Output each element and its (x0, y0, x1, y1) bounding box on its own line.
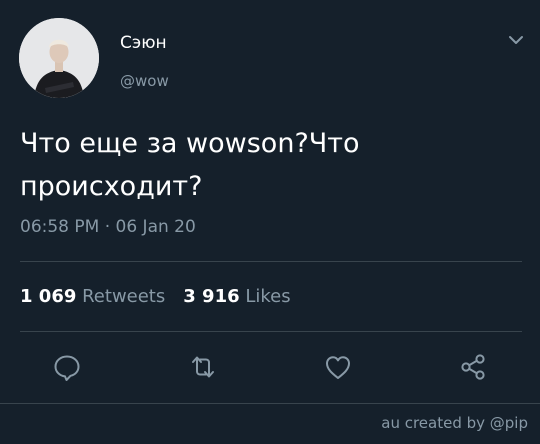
divider (20, 331, 522, 332)
retweets-stat[interactable]: 1 069 Retweets (20, 286, 165, 307)
likes-count: 3 916 (183, 286, 240, 307)
footer-credit: au created by @pip (381, 414, 528, 432)
retweets-label: Retweets (82, 286, 166, 307)
retweets-count: 1 069 (20, 286, 77, 307)
tweet-timestamp[interactable]: 06:58 PM · 06 Jan 20 (20, 217, 196, 237)
share-icon[interactable] (458, 352, 488, 382)
likes-stat[interactable]: 3 916 Likes (183, 286, 290, 307)
tweet-card: Сэюн @wow Что еще за wowson?Что происход… (0, 0, 540, 444)
divider (20, 261, 522, 262)
retweet-icon[interactable] (188, 352, 218, 382)
tweet-text: Что еще за wowson?Что происходит? (20, 122, 520, 208)
chevron-down-icon[interactable] (506, 30, 526, 50)
author-handle[interactable]: @wow (120, 72, 169, 90)
likes-label: Likes (245, 286, 291, 307)
like-icon[interactable] (323, 352, 353, 382)
avatar[interactable] (19, 18, 99, 98)
avatar-photo (19, 18, 99, 98)
author-name[interactable]: Сэюн (120, 33, 167, 53)
reply-icon[interactable] (52, 352, 82, 382)
tweet-text-line: Что еще за wowson?Что (20, 128, 360, 159)
tweet-text-line: происходит? (20, 171, 203, 202)
divider (0, 403, 540, 404)
engagement-stats: 1 069 Retweets 3 916 Likes (20, 286, 291, 307)
